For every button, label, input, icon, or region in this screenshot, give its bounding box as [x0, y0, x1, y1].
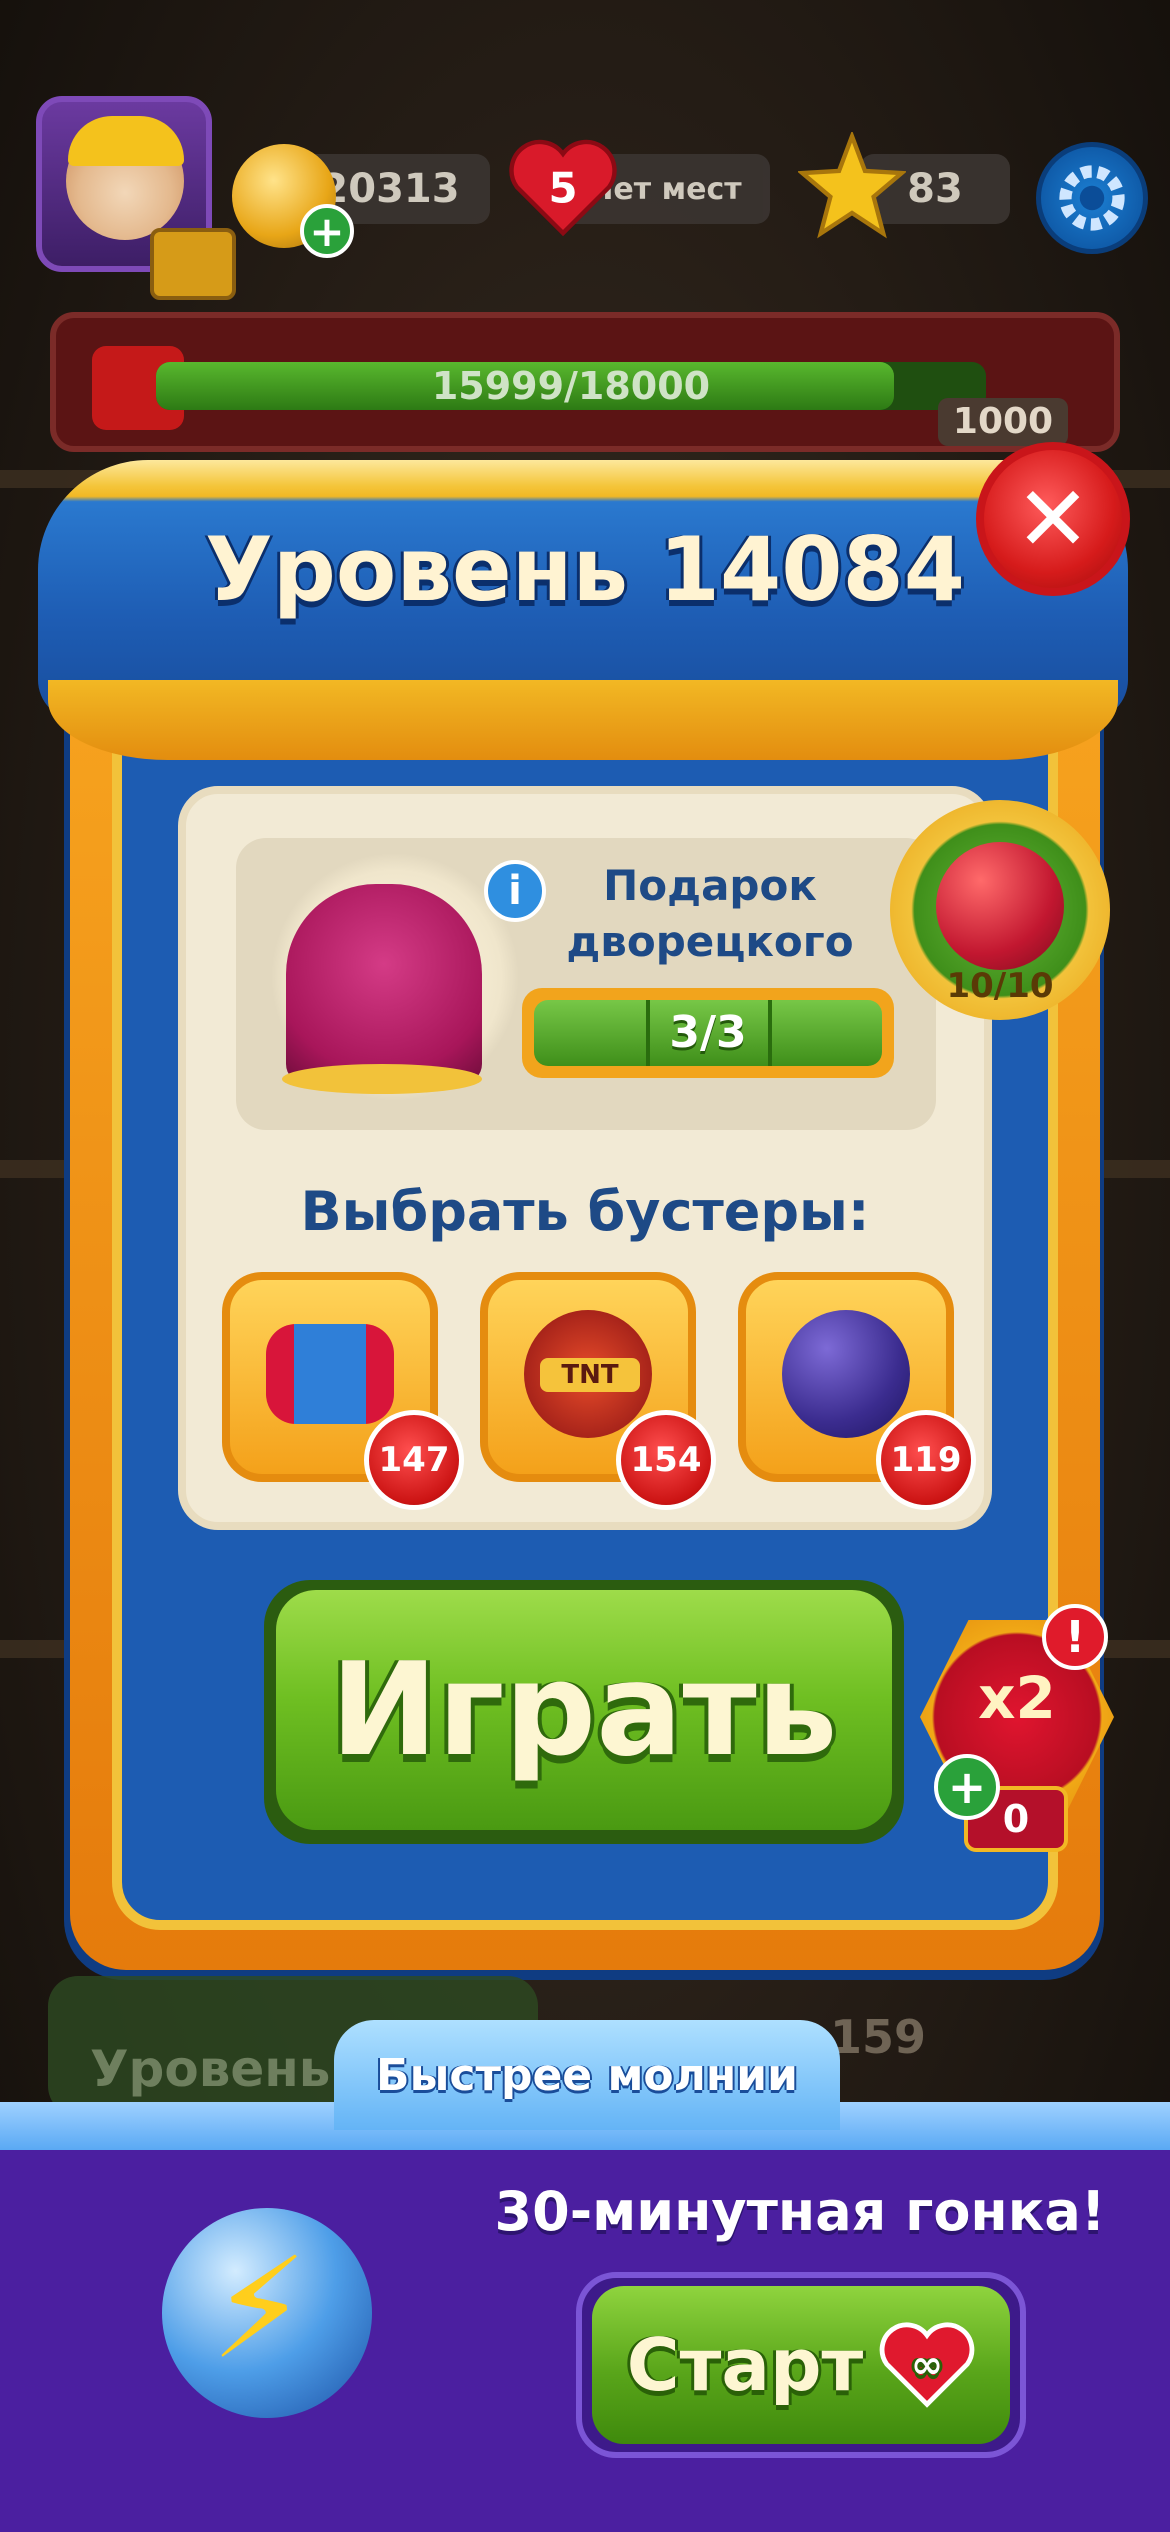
- gift-base: [282, 1064, 482, 1094]
- event-headline: 30-минутная гонка!: [494, 2180, 1106, 2243]
- alert-icon: !: [1042, 1604, 1108, 1670]
- reward-amount: 1000: [938, 398, 1068, 446]
- play-button[interactable]: Играть: [276, 1590, 892, 1830]
- progress-track: 15999/18000: [156, 362, 986, 410]
- close-icon: ✕: [1015, 466, 1091, 572]
- rocket-booster-icon: [266, 1324, 394, 1424]
- star-icon: [798, 132, 906, 239]
- boosters-title: Выбрать бустеры:: [300, 1180, 870, 1243]
- double-reward-label: x2: [978, 1664, 1056, 1732]
- start-label: Старт: [626, 2323, 864, 2407]
- tnt-label-icon: TNT: [540, 1358, 640, 1392]
- gift-progress-text: 3/3: [669, 1007, 747, 1058]
- background-level-label: Уровень: [90, 2040, 331, 2098]
- info-icon[interactable]: i: [484, 860, 546, 922]
- heart-icon[interactable]: 5: [508, 138, 618, 238]
- add-coins-button[interactable]: +: [300, 204, 354, 258]
- gift-title: Подарок дворецкого: [540, 858, 880, 970]
- gift-progress-bar: 3/3: [522, 988, 894, 1078]
- close-button[interactable]: ✕: [976, 442, 1130, 596]
- gift-streak-count: 10/10: [946, 966, 1054, 1006]
- avatar-hat: [68, 116, 184, 166]
- lives-count: 5: [548, 163, 577, 212]
- light-ball-icon: [936, 842, 1064, 970]
- booster-count: 119: [876, 1410, 976, 1510]
- crown-badge-icon: [150, 228, 236, 300]
- background-number: 159: [830, 2010, 927, 2064]
- butler-gift-icon: [286, 884, 482, 1084]
- banner-bottom: [48, 680, 1118, 760]
- start-button[interactable]: Старт ∞: [592, 2286, 1010, 2444]
- gift-title-line1: Подарок: [603, 861, 817, 910]
- lightning-icon: ⚡: [210, 2228, 309, 2391]
- gift-title-line2: дворецкого: [566, 917, 854, 966]
- add-double-reward-button[interactable]: +: [934, 1754, 1000, 1820]
- event-tab: Быстрее молнии: [334, 2020, 840, 2130]
- season-progress: 15999/18000 1000: [50, 312, 1120, 452]
- infinite-heart-icon: ∞: [879, 2322, 975, 2408]
- progress-text: 15999/18000: [431, 364, 711, 408]
- booster-count: 154: [616, 1410, 716, 1510]
- top-bar: 20313 + Нет мест 5 83: [0, 80, 1170, 300]
- light-ball-icon: [782, 1310, 910, 1438]
- settings-gear-icon[interactable]: [1036, 142, 1148, 254]
- booster-count: 147: [364, 1410, 464, 1510]
- svg-text:∞: ∞: [911, 2342, 943, 2387]
